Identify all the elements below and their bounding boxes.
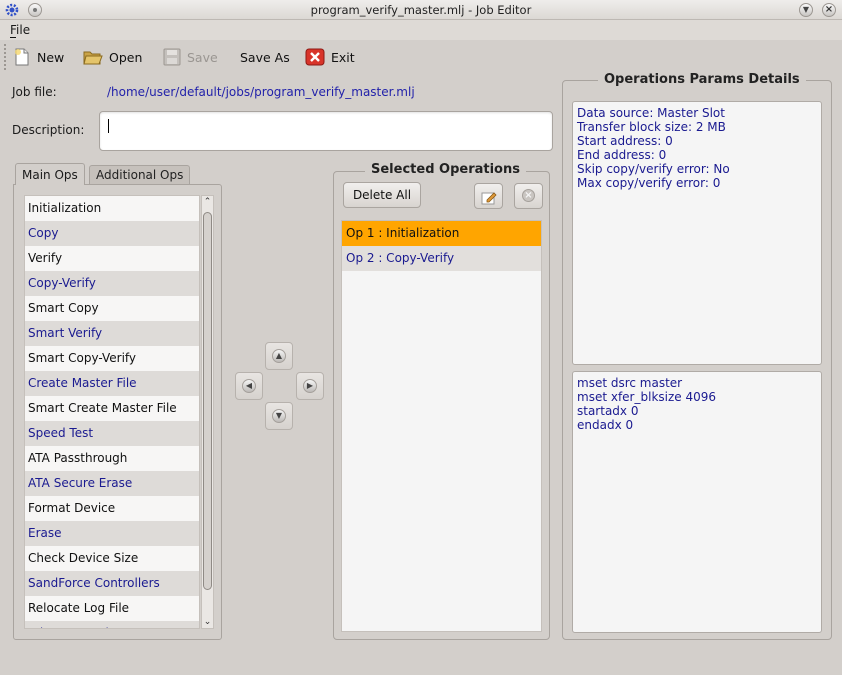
save-as-button[interactable]: Save As: [240, 46, 290, 68]
open-label: Open: [109, 49, 143, 65]
params-detail-line: Data source: Master Slot: [577, 106, 725, 120]
move-right-button[interactable]: ▶: [296, 372, 324, 400]
new-label: New: [37, 49, 65, 65]
selected-operations-list[interactable]: Op 1 : Initialization Op 2 : Copy-Verify: [341, 220, 542, 632]
params-command-line: endadx 0: [577, 418, 634, 432]
list-item[interactable]: Relocate Log File: [25, 596, 199, 621]
move-down-button[interactable]: ▼: [265, 402, 293, 430]
params-detail-line: Max copy/verify error: 0: [577, 176, 721, 190]
delete-operation-button[interactable]: ×: [514, 183, 543, 209]
description-label: Description:: [12, 123, 85, 137]
main-ops-panel: Initialization Copy Verify Copy-Verify Smart…: [13, 184, 222, 640]
scroll-down-icon[interactable]: ⌄: [202, 616, 213, 628]
list-item[interactable]: Smart Create Master File: [25, 396, 199, 421]
description-field[interactable]: [99, 111, 553, 151]
params-detail-line: Transfer block size: 2 MB: [577, 120, 726, 134]
selected-operation-item[interactable]: Op 2 : Copy-Verify: [342, 246, 541, 271]
tab-additional-ops[interactable]: Additional Ops: [89, 165, 191, 184]
params-details-box[interactable]: Data source: Master Slot Transfer block s…: [572, 101, 822, 365]
list-item[interactable]: Check Device Size: [25, 546, 199, 571]
menu-bar: File: [0, 20, 842, 40]
delete-all-button[interactable]: Delete All: [343, 182, 421, 208]
list-item[interactable]: ATA Secure Erase: [25, 471, 199, 496]
job-file-path: /home/user/default/jobs/program_verify_m…: [107, 85, 415, 99]
move-up-button[interactable]: ▲: [265, 342, 293, 370]
list-item[interactable]: Smart Copy-Verify: [25, 346, 199, 371]
arrow-left-icon: ◀: [242, 379, 256, 393]
ops-scrollbar[interactable]: ⌃ ⌄: [201, 195, 214, 629]
list-item[interactable]: Smart Verify: [25, 321, 199, 346]
exit-label: Exit: [331, 49, 355, 65]
new-document-icon: [13, 48, 31, 66]
window-title: program_verify_master.mlj - Job Editor: [310, 3, 532, 17]
menu-file[interactable]: File: [10, 23, 30, 37]
exit-button[interactable]: Exit: [305, 46, 355, 68]
folder-open-icon: [83, 48, 103, 66]
job-file-label: Job file:: [12, 85, 57, 99]
toolbar: New Open Save Save As Exit: [0, 40, 560, 72]
params-commands-box[interactable]: mset dsrc master mset xfer_blksize 4096st…: [572, 371, 822, 633]
params-title: Operations Params Details: [598, 72, 806, 87]
exit-icon: [305, 48, 325, 66]
arrow-right-icon: ▶: [303, 379, 317, 393]
list-item[interactable]: Erase: [25, 521, 199, 546]
chevron-down-icon[interactable]: ▼: [799, 3, 813, 17]
list-item[interactable]: Tcl Command: [25, 621, 199, 628]
params-command-line: mset xfer_blksize 4096: [577, 390, 717, 404]
list-item[interactable]: Copy: [25, 221, 199, 246]
tab-main-ops[interactable]: Main Ops: [15, 163, 85, 185]
scroll-up-icon[interactable]: ⌃: [202, 196, 213, 208]
list-item[interactable]: Copy-Verify: [25, 271, 199, 296]
save-label: Save: [187, 49, 218, 65]
floppy-icon: [163, 48, 181, 66]
list-item[interactable]: Verify: [25, 246, 199, 271]
list-item[interactable]: Create Master File: [25, 371, 199, 396]
params-detail-line: Skip copy/verify error: No: [577, 162, 730, 176]
params-command-line: startadx 0: [577, 404, 639, 418]
close-icon[interactable]: ×: [822, 3, 836, 17]
delete-icon: ×: [522, 189, 535, 202]
selected-operations-title: Selected Operations: [365, 162, 526, 177]
open-button[interactable]: Open: [83, 46, 142, 68]
save-as-label: Save As: [240, 49, 290, 65]
arrow-up-icon: ▲: [272, 349, 286, 363]
edit-operation-button[interactable]: [474, 183, 503, 209]
list-item[interactable]: ATA Passthrough: [25, 446, 199, 471]
scroll-thumb[interactable]: [203, 212, 212, 590]
new-button[interactable]: New: [13, 46, 64, 68]
main-ops-list[interactable]: Initialization Copy Verify Copy-Verify Smart…: [24, 195, 200, 629]
params-detail-line: End address: 0: [577, 148, 667, 162]
edit-icon: [481, 189, 497, 213]
move-left-button[interactable]: ◀: [235, 372, 263, 400]
list-item[interactable]: SandForce Controllers: [25, 571, 199, 596]
title-bar: program_verify_master.mlj - Job Editor ▼…: [0, 0, 842, 20]
params-detail-line: Start address: 0: [577, 134, 673, 148]
params-command-line: mset dsrc master: [577, 376, 683, 390]
arrow-down-icon: ▼: [272, 409, 286, 423]
list-item[interactable]: Initialization: [25, 196, 199, 221]
selected-operation-item[interactable]: Op 1 : Initialization: [342, 221, 541, 246]
list-item[interactable]: Format Device: [25, 496, 199, 521]
list-item[interactable]: Speed Test: [25, 421, 199, 446]
list-item[interactable]: Smart Copy: [25, 296, 199, 321]
save-button[interactable]: Save: [163, 46, 218, 68]
